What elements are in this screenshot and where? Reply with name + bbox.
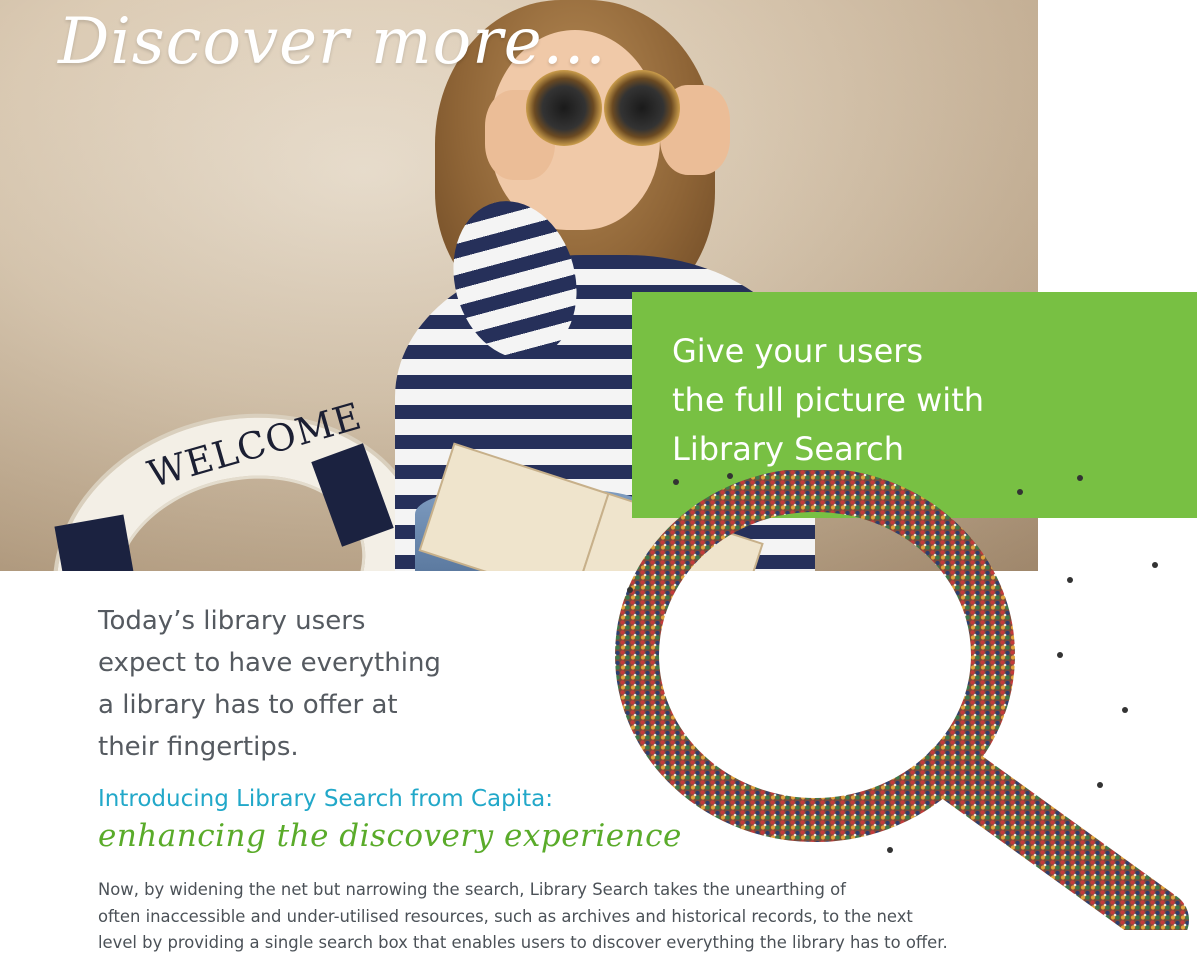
intro-paragraph: Today’s library users expect to have eve… bbox=[98, 600, 441, 768]
panel-line: Give your users bbox=[672, 332, 924, 370]
headline: Discover more... bbox=[58, 5, 607, 79]
magnifier-crowd-icon bbox=[615, 470, 1189, 930]
introducing-heading: Introducing Library Search from Capita: bbox=[98, 786, 554, 812]
intro-line: a library has to offer at bbox=[98, 690, 398, 720]
body-paragraph: Now, by widening the net but narrowing t… bbox=[98, 877, 948, 957]
body-line: level by providing a single search box t… bbox=[98, 933, 948, 952]
body-line: often inaccessible and under-utilised re… bbox=[98, 906, 913, 926]
body-line: Now, by widening the net but narrowing t… bbox=[98, 880, 846, 899]
binoculars-icon bbox=[520, 70, 680, 150]
intro-line: their fingertips. bbox=[98, 732, 299, 762]
intro-line: Today’s library users bbox=[98, 606, 366, 636]
intro-line: expect to have everything bbox=[98, 648, 441, 678]
panel-line: the full picture with bbox=[672, 381, 985, 419]
panel-line: Library Search bbox=[672, 430, 904, 468]
tagline: enhancing the discovery experience bbox=[98, 818, 682, 854]
panel-heading: Give your users the full picture with Li… bbox=[672, 327, 984, 474]
